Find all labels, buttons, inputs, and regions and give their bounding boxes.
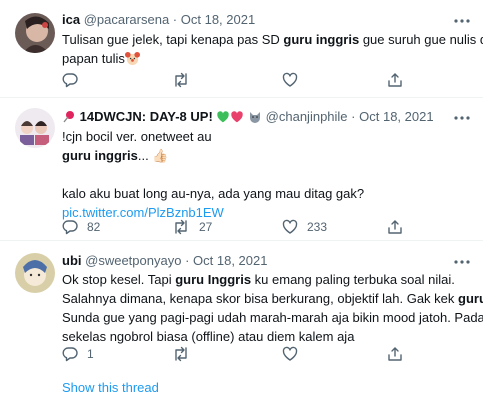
text-span: Tulisan gue jelek, tapi kenapa pas SD xyxy=(62,32,284,47)
text-span: ... 👍🏻 xyxy=(137,148,169,163)
text-line xyxy=(62,165,467,184)
retweet-icon xyxy=(175,219,187,235)
text-span-bold: guru xyxy=(458,291,483,306)
like-count: 233 xyxy=(307,220,328,234)
display-name[interactable]: ubi xyxy=(62,253,82,268)
retweet-button[interactable] xyxy=(172,344,199,364)
timestamp[interactable]: Oct 18, 2021 xyxy=(181,12,255,27)
clown-face-icon xyxy=(124,51,140,71)
show-thread-link[interactable]: Show this thread xyxy=(62,380,159,395)
text-span: Ok stop kesel. Tapi xyxy=(62,272,176,287)
like-button[interactable]: 233 xyxy=(282,217,327,237)
retweet-icon xyxy=(175,72,187,88)
separator-dot: · xyxy=(172,12,178,27)
tweet-header: ubi @sweetponyayo · Oct 18, 2021 xyxy=(62,252,267,270)
heart-icon xyxy=(282,346,298,361)
tweet-text: !cjn bocil ver. onetweet au guru inggris… xyxy=(62,127,467,222)
separator-dot: · xyxy=(351,109,356,124)
heart-icon xyxy=(282,219,298,234)
tweet-header: 14DWCJN: DAY-8 UP! @chanjinphile · Oct 1… xyxy=(62,108,434,129)
text-span: !cjn bocil ver. onetweet au xyxy=(62,129,212,144)
tweet-text: Tulisan gue jelek, tapi kenapa pas SD gu… xyxy=(62,30,483,71)
more-options-icon[interactable] xyxy=(453,12,471,30)
heart-icon xyxy=(282,72,298,87)
text-line: kalo aku buat long au-nya, ada yang mau … xyxy=(62,184,467,203)
display-name[interactable]: 14DWCJN: DAY-8 UP! xyxy=(80,109,213,124)
like-button[interactable] xyxy=(282,344,307,364)
more-options-icon[interactable] xyxy=(453,109,471,127)
timestamp[interactable]: Oct 18, 2021 xyxy=(359,109,433,124)
tweet-actions: 82 27 233 xyxy=(62,217,462,237)
text-span: Salahnya dimana, kenapa skor bisa berkur… xyxy=(62,291,459,306)
tweet-actions: 1 xyxy=(62,344,462,364)
reply-count: 1 xyxy=(87,347,94,361)
share-button[interactable] xyxy=(387,217,403,237)
reply-button[interactable]: 82 xyxy=(62,217,100,237)
more-options-icon[interactable] xyxy=(453,253,471,271)
text-span: sekelas ngobrol biasa (offline) atau die… xyxy=(62,329,355,344)
avatar[interactable] xyxy=(15,253,55,293)
handle[interactable]: @chanjinphile xyxy=(266,109,348,124)
tweet-feed: ica @pacararsena · Oct 18, 2021 Tulisan … xyxy=(0,0,483,409)
share-icon xyxy=(388,220,402,234)
display-name[interactable]: ica xyxy=(62,12,80,27)
share-button[interactable] xyxy=(387,70,403,90)
tweet-actions xyxy=(62,70,462,90)
retweet-button[interactable]: 27 xyxy=(172,217,212,237)
text-span: ku emang paling terbuka soal nilai. xyxy=(251,272,455,287)
text-span-bold: guru Inggris xyxy=(175,272,252,287)
text-line: Salahnya dimana, kenapa skor bisa berkur… xyxy=(62,289,483,308)
avatar[interactable] xyxy=(15,13,55,53)
text-span-bold: guru inggris xyxy=(283,32,360,47)
reply-icon xyxy=(62,73,78,88)
separator-dot: · xyxy=(185,253,190,268)
text-span: gue suruh gue nulis di xyxy=(359,32,483,47)
text-line: Tulisan gue jelek, tapi kenapa pas SD gu… xyxy=(62,30,483,49)
retweet-icon xyxy=(175,346,187,362)
text-line: guru inggris... 👍🏻 xyxy=(62,146,467,165)
handle[interactable]: @sweetponyayo xyxy=(85,253,181,268)
reply-icon xyxy=(62,220,78,235)
handle[interactable]: @pacararsena xyxy=(84,12,169,27)
tweet-header: ica @pacararsena · Oct 18, 2021 xyxy=(62,11,255,29)
reply-icon xyxy=(62,347,78,362)
retweet-count: 27 xyxy=(199,220,213,234)
text-span: Sunda gue yang pagi-pagi udah marah-mara… xyxy=(62,310,483,325)
text-span-bold: guru inggris xyxy=(62,148,138,163)
like-button[interactable] xyxy=(282,70,307,90)
text-span: kalo aku buat long au-nya, ada yang mau … xyxy=(62,186,365,201)
share-icon xyxy=(388,347,402,361)
tweet-text: Ok stop kesel. Tapi guru Inggris ku eman… xyxy=(62,270,483,346)
timestamp[interactable]: Oct 18, 2021 xyxy=(193,253,267,268)
tweet-1[interactable]: ica @pacararsena · Oct 18, 2021 Tulisan … xyxy=(0,0,483,98)
reply-count: 82 xyxy=(87,220,101,234)
text-span: papan tulis xyxy=(62,51,125,66)
reply-button[interactable]: 1 xyxy=(62,344,94,364)
text-line: papan tulis xyxy=(62,49,467,71)
text-line: Sunda gue yang pagi-pagi udah marah-mara… xyxy=(62,308,483,327)
text-line: Ok stop kesel. Tapi guru Inggris ku eman… xyxy=(62,270,467,289)
tweet-2[interactable]: 14DWCJN: DAY-8 UP! @chanjinphile · Oct 1… xyxy=(0,98,483,240)
share-icon xyxy=(388,73,402,87)
avatar[interactable] xyxy=(15,108,55,148)
text-line: !cjn bocil ver. onetweet au xyxy=(62,127,467,146)
reply-button[interactable] xyxy=(62,70,87,90)
retweet-button[interactable] xyxy=(172,70,199,90)
share-button[interactable] xyxy=(387,344,403,364)
